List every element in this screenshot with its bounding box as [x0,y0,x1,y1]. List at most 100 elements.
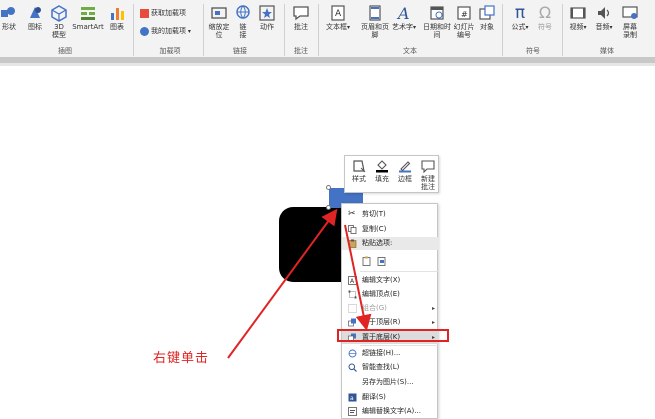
menu-item-smart-lookup[interactable]: 智能查找(L) [342,361,439,374]
audio-button[interactable]: 音频▾ [592,4,616,32]
smartart-button[interactable]: SmartArt [72,4,104,31]
group-separator [203,4,204,56]
textbox-button[interactable]: A 文本框▾ [324,4,352,32]
menu-separator [360,345,438,346]
3d-models-button[interactable]: 3D 模型 [48,4,70,39]
menu-item-group[interactable]: 组合(G) ▸ [342,302,439,315]
screen-recording-button[interactable]: 屏幕 录制 [618,4,642,39]
paste-use-destination-icon[interactable] [362,256,372,266]
edit-points-icon [348,290,357,299]
mini-toolbar: 样式 填充 边框 新建 批注 [344,155,439,193]
symbols-group-label: 符号 [526,47,540,55]
menu-item-bring-to-front[interactable]: 置于顶层(R) ▸ [342,316,439,329]
equation-button[interactable]: π 公式▾ [508,4,532,32]
menu-item-copy[interactable]: 复制(C) [342,223,439,236]
textbox-icon: A [324,4,352,22]
menu-item-translate[interactable]: a 翻译(S) [342,391,439,404]
slide-area-top-strip [0,63,655,66]
menu-separator [360,271,438,272]
menu-item-hyperlink[interactable]: 超链接(H)... [342,347,439,360]
slide-number-icon: # [452,4,476,22]
action-button[interactable]: 动作 [256,4,278,31]
addin-icon [140,26,149,36]
group-separator [562,4,563,56]
shape-outline-button[interactable]: 边框 [394,159,416,183]
ribbon-insert-tab: 形状 图标 3D 模型 SmartArt 图表 插图 获取加载项 我的加载项 ▾… [0,0,655,63]
bring-to-front-icon [348,318,356,327]
illustrations-group-label: 插图 [58,47,72,55]
comment-icon [290,4,312,22]
paste-icon [348,239,357,248]
shape-fill-button[interactable]: 填充 [371,159,393,183]
resize-handle[interactable] [326,185,331,190]
video-button[interactable]: 视频▾ [566,4,590,32]
shape-style-icon [353,160,366,173]
shape-style-button[interactable]: 样式 [348,159,370,183]
alt-text-icon [348,407,357,416]
context-menu: ✂ 剪切(T) 复制(C) 粘贴选项: A 编辑文字(X) 编辑顶点(E) 组合… [341,203,439,419]
menu-item-edit-points[interactable]: 编辑顶点(E) [342,288,439,301]
zoom-icon [206,4,232,22]
icons-button[interactable]: 图标 [24,4,46,31]
group-separator [502,4,503,56]
my-addins-button[interactable]: 我的加载项 ▾ [140,26,191,37]
slide-number-button[interactable]: # 幻灯片 编号 [452,4,476,39]
pen-outline-icon [399,161,411,173]
star-icon [256,4,278,22]
new-comment-icon [421,160,435,173]
omega-icon: Ω [538,3,552,22]
links-group-label: 链接 [233,47,247,55]
object-icon [476,4,498,22]
header-footer-button[interactable]: 页眉和页脚 [358,4,392,39]
translate-icon: a [348,393,357,402]
get-addins-button[interactable]: 获取加载项 [140,8,186,18]
menu-paste-options-header: 粘贴选项: [342,237,439,250]
highlight-box [337,329,449,342]
wordart-button[interactable]: A 艺术字▾ [392,4,416,32]
addins-group-label: 加载项 [159,47,181,55]
paste-picture-icon[interactable] [377,256,387,266]
screen-record-icon [618,4,642,22]
edit-text-icon: A [348,276,357,285]
submenu-arrow-icon: ▸ [431,319,435,326]
group-separator [318,4,319,56]
svg-text:A: A [396,4,410,22]
symbol-button[interactable]: Ω 符号 [534,3,556,32]
icons-icon [24,4,46,22]
menu-item-save-as-picture[interactable]: 另存为图片(S)... [342,376,439,389]
speaker-icon [592,4,616,22]
shapes-button[interactable]: 形状 [0,4,18,31]
new-comment-button[interactable]: 新建 批注 [417,159,439,191]
menu-item-edit-text[interactable]: A 编辑文字(X) [342,274,439,287]
resize-handle[interactable] [326,205,331,210]
object-button[interactable]: 对象 [476,4,498,31]
link-button[interactable]: 链 接 [234,4,252,39]
chart-button[interactable]: 图表 [106,4,128,31]
smartart-icon [72,4,104,22]
svg-text:A: A [335,9,342,19]
powerpoint-window: 形状 图标 3D 模型 SmartArt 图表 插图 获取加载项 我的加载项 ▾… [0,0,655,419]
paint-bucket-icon [376,160,388,173]
chart-icon [106,4,128,22]
zoom-button[interactable]: 缩放定 位 [206,4,232,39]
scissors-icon: ✂ [348,209,356,219]
menu-item-edit-alt-text[interactable]: 编辑替换文字(A)... [342,405,439,418]
group-separator [284,4,285,56]
search-icon [348,363,357,372]
wordart-icon: A [392,4,416,23]
media-group-label: 媒体 [600,47,614,55]
group-separator [133,4,134,56]
header-footer-icon [358,4,392,22]
video-icon [566,4,590,22]
copy-icon [348,225,357,234]
comments-group-label: 批注 [294,47,308,55]
shapes-icon [0,4,18,22]
calendar-icon [420,4,454,22]
svg-text:a: a [350,395,354,402]
submenu-arrow-icon: ▸ [431,305,435,312]
comment-button[interactable]: 批注 [290,4,312,31]
globe-link-icon [234,4,252,22]
menu-item-cut[interactable]: ✂ 剪切(T) [342,208,439,221]
annotation-label: 右键单击 [153,351,210,366]
datetime-button[interactable]: 日期和时间 [420,4,454,39]
